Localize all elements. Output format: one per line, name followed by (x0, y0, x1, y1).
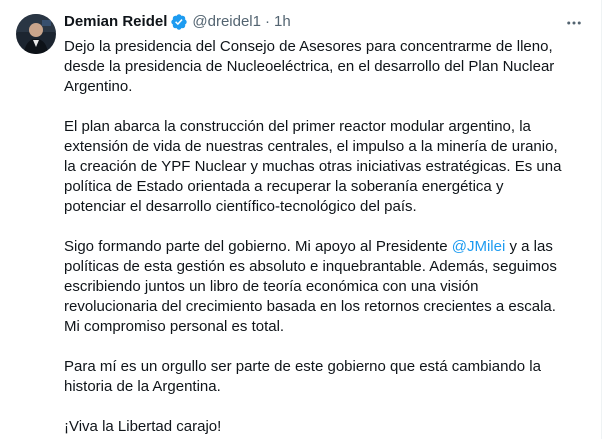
tweet-card[interactable]: Demian Reidel @dreidel1 · 1h Dejo la pre… (0, 0, 602, 439)
line-text: y a las (505, 238, 553, 255)
header-separator: · (264, 13, 270, 30)
tweet-timestamp[interactable]: 1h (274, 12, 291, 32)
tweet-paragraph: Sigo formando parte del gobierno. Mi apo… (64, 237, 584, 337)
more-horizontal-icon[interactable] (561, 12, 587, 34)
tweet-line: escribiendo juntos un libro de teoría ec… (64, 278, 479, 295)
tweet-line: política de Estado orientada a recuperar… (64, 178, 504, 195)
tweet-line: Sigo formando parte del gobierno. Mi apo… (64, 237, 584, 257)
tweet-line: extensión de vida de nuestras centrales,… (64, 138, 558, 155)
line-text: Sigo formando parte del gobierno. Mi apo… (64, 238, 452, 255)
tweet-line: desde la presidencia de Nucleoeléctrica,… (64, 58, 555, 75)
tweet-line: Dejo la presidencia del Consejo de Aseso… (64, 38, 553, 55)
tweet-text: Dejo la presidencia del Consejo de Aseso… (64, 37, 584, 439)
tweet-line: potenciar el desarrollo científico-tecno… (64, 198, 417, 215)
avatar[interactable] (16, 14, 56, 54)
tweet-line: historia de la Argentina. (64, 378, 221, 395)
tweet-line: la creación de YPF Nuclear y muchas otra… (64, 158, 562, 175)
author-display-name[interactable]: Demian Reidel (64, 12, 167, 32)
tweet-header: Demian Reidel @dreidel1 · 1h (64, 12, 291, 32)
tweet-line: El plan abarca la construcción del prime… (64, 118, 531, 135)
tweet-line: Para mí es un orgullo ser parte de este … (64, 358, 541, 375)
tweet-paragraph: Dejo la presidencia del Consejo de Aseso… (64, 37, 584, 97)
author-handle[interactable]: @dreidel1 (192, 12, 261, 32)
tweet-paragraph: El plan abarca la construcción del prime… (64, 117, 584, 217)
tweet-paragraph: Para mí es un orgullo ser parte de este … (64, 357, 584, 397)
tweet-line: revolucionaria del crecimiento basada en… (64, 298, 556, 315)
tweet-line: Argentino. (64, 78, 133, 95)
tweet-line: ¡Viva la Libertad carajo! (64, 418, 222, 435)
tweet-line: políticas de esta gestión es absoluto e … (64, 258, 557, 275)
mention-link[interactable]: @JMilei (452, 238, 506, 255)
tweet-line: Mi compromiso personal es total. (64, 318, 285, 335)
verified-badge-icon (170, 13, 188, 31)
tweet-paragraph: ¡Viva la Libertad carajo! (64, 417, 584, 437)
